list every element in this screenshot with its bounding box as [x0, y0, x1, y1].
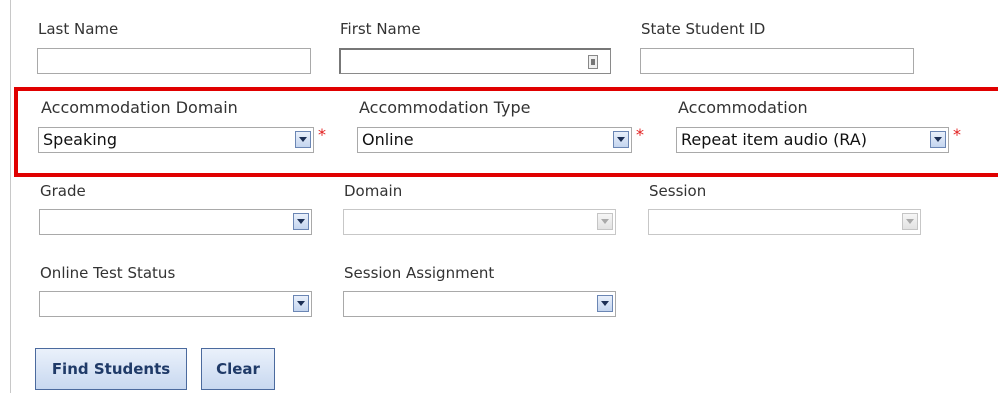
domain-label: Domain — [344, 182, 403, 200]
accommodation-domain-label: Accommodation Domain — [41, 98, 238, 117]
chevron-down-icon[interactable] — [597, 295, 613, 312]
last-name-label: Last Name — [38, 20, 119, 38]
first-name-input[interactable] — [339, 48, 611, 74]
session-assignment-select[interactable] — [343, 291, 616, 317]
chevron-down-icon[interactable] — [295, 131, 311, 148]
session-label: Session — [649, 182, 707, 200]
input-picker-icon[interactable] — [588, 55, 598, 69]
session-assignment-label: Session Assignment — [344, 264, 495, 282]
left-border — [10, 0, 11, 393]
accommodation-value: Repeat item audio (RA) — [681, 130, 867, 149]
required-asterisk: * — [636, 125, 644, 144]
chevron-down-icon[interactable] — [613, 131, 629, 148]
session-select[interactable] — [648, 209, 921, 235]
state-student-id-input[interactable] — [640, 48, 914, 74]
accommodation-select[interactable]: Repeat item audio (RA) — [676, 127, 949, 153]
clear-button[interactable]: Clear — [201, 348, 275, 390]
grade-label: Grade — [40, 182, 86, 200]
online-test-status-label: Online Test Status — [40, 264, 176, 282]
required-asterisk: * — [318, 125, 326, 144]
accommodation-label: Accommodation — [678, 98, 808, 117]
chevron-down-icon[interactable] — [293, 213, 309, 230]
chevron-down-icon — [597, 213, 613, 230]
accommodation-type-label: Accommodation Type — [359, 98, 531, 117]
chevron-down-icon — [902, 213, 918, 230]
chevron-down-icon[interactable] — [293, 295, 309, 312]
accommodation-domain-value: Speaking — [43, 130, 117, 149]
accommodation-domain-select[interactable]: Speaking — [38, 127, 314, 153]
first-name-label: First Name — [340, 20, 421, 38]
state-student-id-label: State Student ID — [641, 20, 766, 38]
grade-select[interactable] — [39, 209, 312, 235]
domain-select[interactable] — [343, 209, 616, 235]
find-students-button[interactable]: Find Students — [35, 348, 187, 390]
chevron-down-icon[interactable] — [930, 131, 946, 148]
required-asterisk: * — [953, 125, 961, 144]
accommodation-type-select[interactable]: Online — [357, 127, 632, 153]
online-test-status-select[interactable] — [39, 291, 312, 317]
accommodation-type-value: Online — [362, 130, 414, 149]
last-name-input[interactable] — [37, 48, 311, 74]
